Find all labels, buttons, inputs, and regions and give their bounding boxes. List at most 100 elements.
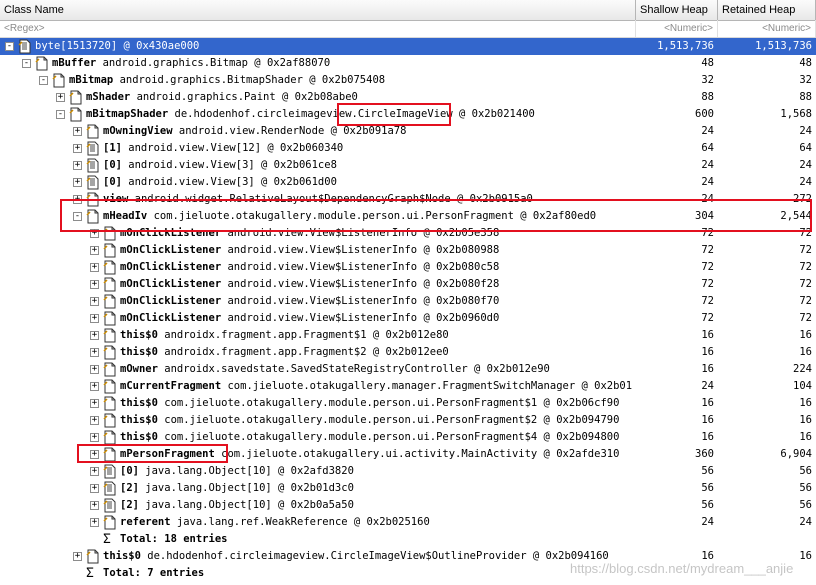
field-name: Total: 7 entries xyxy=(103,567,205,579)
tree-row[interactable]: + [0] android.view.View[3] @ 0x2b061d00 24… xyxy=(0,174,816,191)
retained-filter-input[interactable]: <Numeric> xyxy=(718,20,816,37)
object-icon xyxy=(103,396,117,411)
expand-toggle-icon[interactable]: + xyxy=(90,331,99,340)
field-name: mCurrentFragment xyxy=(120,380,222,392)
object-description: com.jieluote.otakugallery.ui.activity.Ma… xyxy=(214,448,620,460)
object-description: java.lang.Object[10] @ 0x2b0a5a50 xyxy=(138,499,354,511)
object-description: com.jieluote.otakugallery.module.person.… xyxy=(157,431,620,443)
array-icon xyxy=(103,481,117,496)
object-description: androidx.savedstate.SavedStateRegistryCo… xyxy=(157,363,550,375)
tree-row[interactable]: + [0] android.view.View[3] @ 0x2b061ce8 24… xyxy=(0,157,816,174)
array-icon xyxy=(86,175,100,190)
tree-row[interactable]: + referent java.lang.ref.WeakReference @ … xyxy=(0,514,816,531)
collapse-toggle-icon[interactable]: - xyxy=(22,59,31,68)
retained-heap-value: 72 xyxy=(799,312,812,324)
field-name: mShader xyxy=(86,91,131,103)
field-name: mOnClickListener xyxy=(120,244,222,256)
object-description: android.view.View[3] @ 0x2b061ce8 xyxy=(121,159,337,171)
column-class-name[interactable]: Class Name xyxy=(0,0,636,20)
expand-toggle-icon[interactable]: + xyxy=(73,161,82,170)
object-icon xyxy=(103,311,117,326)
retained-heap-value: 24 xyxy=(799,159,812,171)
class-name-cell: + this$0 androidx.fragment.app.Fragment$2… xyxy=(0,344,632,361)
shallow-heap-value: 72 xyxy=(701,278,714,290)
sum-icon: Σ xyxy=(86,566,94,581)
tree-row[interactable]: + this$0 androidx.fragment.app.Fragment$1… xyxy=(0,327,816,344)
tree-row[interactable]: + mOnClickListener android.view.View$List… xyxy=(0,242,816,259)
expand-toggle-icon[interactable]: + xyxy=(90,467,99,476)
tree-row[interactable]: + this$0 com.jieluote.otakugallery.module… xyxy=(0,395,816,412)
expand-toggle-icon[interactable]: + xyxy=(73,552,82,561)
tree-row[interactable]: + [1] android.view.View[12] @ 0x2b060340 6… xyxy=(0,140,816,157)
expand-toggle-icon[interactable]: + xyxy=(90,297,99,306)
field-name: this$0 xyxy=(120,414,158,426)
expand-toggle-icon[interactable]: + xyxy=(90,501,99,510)
field-name: mBitmapShader xyxy=(86,108,169,120)
object-icon xyxy=(69,107,83,122)
tree-row[interactable]: + mOwner androidx.savedstate.SavedStateRe… xyxy=(0,361,816,378)
tree-row[interactable]: + mOnClickListener android.view.View$List… xyxy=(0,310,816,327)
column-retained-heap[interactable]: Retained Heap xyxy=(718,0,816,20)
class-name-cell: + this$0 com.jieluote.otakugallery.module… xyxy=(0,395,632,412)
tree-row[interactable]: + this$0 com.jieluote.otakugallery.module… xyxy=(0,412,816,429)
expand-toggle-icon[interactable]: + xyxy=(90,518,99,527)
tree-row[interactable]: + mOnClickListener android.view.View$List… xyxy=(0,259,816,276)
class-name-cell: - mBitmapShader de.hdodenhof.circleimagev… xyxy=(0,106,632,123)
class-name-cell: - mBuffer android.graphics.Bitmap @ 0x2af… xyxy=(0,55,632,72)
column-shallow-heap[interactable]: Shallow Heap xyxy=(636,0,718,20)
class-name-cell: + mOwningView android.view.RenderNode @ 0… xyxy=(0,123,632,140)
expand-toggle-icon[interactable]: + xyxy=(56,93,65,102)
retained-heap-value: 72 xyxy=(799,295,812,307)
expand-toggle-icon[interactable]: + xyxy=(90,263,99,272)
class-name-cell: + mOwner androidx.savedstate.SavedStateRe… xyxy=(0,361,632,378)
expand-toggle-icon[interactable]: + xyxy=(90,484,99,493)
expand-toggle-icon[interactable]: + xyxy=(73,127,82,136)
tree-row[interactable]: + [2] java.lang.Object[10] @ 0x2b01d3c0 56… xyxy=(0,480,816,497)
object-icon xyxy=(103,277,117,292)
tree-row[interactable]: + mCurrentFragment com.jieluote.otakugall… xyxy=(0,378,816,395)
tree-row[interactable]: + [0] java.lang.Object[10] @ 0x2afd3820 56… xyxy=(0,463,816,480)
expand-toggle-icon[interactable]: + xyxy=(90,246,99,255)
expand-toggle-icon[interactable]: + xyxy=(90,416,99,425)
tree-row[interactable]: + [2] java.lang.Object[10] @ 0x2b0a5a50 56… xyxy=(0,497,816,514)
expand-toggle-icon[interactable]: + xyxy=(90,382,99,391)
object-description: java.lang.Object[10] @ 0x2b01d3c0 xyxy=(138,482,354,494)
expand-toggle-icon[interactable]: + xyxy=(73,144,82,153)
retained-heap-value: 56 xyxy=(799,482,812,494)
expand-toggle-icon[interactable]: + xyxy=(90,314,99,323)
retained-heap-value: 24 xyxy=(799,516,812,528)
object-description: byte[1513720] @ 0x430ae000 xyxy=(35,40,200,52)
collapse-toggle-icon[interactable]: - xyxy=(56,110,65,119)
tree-row[interactable]: + mOnClickListener android.view.View$List… xyxy=(0,293,816,310)
class-name-cell: - byte[1513720] @ 0x430ae000 xyxy=(0,38,632,55)
field-name: mOwner xyxy=(120,363,158,375)
retained-heap-value: 16 xyxy=(799,397,812,409)
expand-toggle-icon[interactable]: + xyxy=(90,365,99,374)
expand-toggle-icon[interactable]: + xyxy=(90,433,99,442)
shallow-filter-input[interactable]: <Numeric> xyxy=(636,20,718,37)
array-icon xyxy=(18,39,32,54)
tree-row[interactable]: - byte[1513720] @ 0x430ae000 1,513,736 1,51… xyxy=(0,38,816,55)
expand-toggle-icon[interactable]: + xyxy=(73,178,82,187)
array-icon xyxy=(103,464,117,479)
field-name: mOnClickListener xyxy=(120,312,222,324)
expand-toggle-icon[interactable]: + xyxy=(90,399,99,408)
regex-filter-input[interactable]: <Regex> xyxy=(0,20,636,37)
total-row[interactable]: Σ Total: 18 entries xyxy=(0,531,816,548)
tree-row[interactable]: + this$0 androidx.fragment.app.Fragment$2… xyxy=(0,344,816,361)
expand-toggle-icon[interactable]: + xyxy=(90,280,99,289)
collapse-toggle-icon[interactable]: - xyxy=(5,42,14,51)
field-name: this$0 xyxy=(120,431,158,443)
watermark: https://blog.csdn.net/mydream___anjie xyxy=(570,561,794,576)
tree-row[interactable]: + mOnClickListener android.view.View$List… xyxy=(0,276,816,293)
sum-icon: Σ xyxy=(103,532,111,547)
retained-heap-value: 16 xyxy=(799,346,812,358)
object-icon xyxy=(86,124,100,139)
object-description: android.view.View$ListenerInfo @ 0x2b080… xyxy=(221,295,500,307)
tree-row[interactable]: - mBitmap android.graphics.BitmapShader @… xyxy=(0,72,816,89)
collapse-toggle-icon[interactable]: - xyxy=(39,76,48,85)
class-name-cell: + mOnClickListener android.view.View$List… xyxy=(0,293,632,310)
class-name-cell: + mCurrentFragment com.jieluote.otakugall… xyxy=(0,378,632,395)
expand-toggle-icon[interactable]: + xyxy=(90,348,99,357)
tree-row[interactable]: - mBuffer android.graphics.Bitmap @ 0x2af… xyxy=(0,55,816,72)
